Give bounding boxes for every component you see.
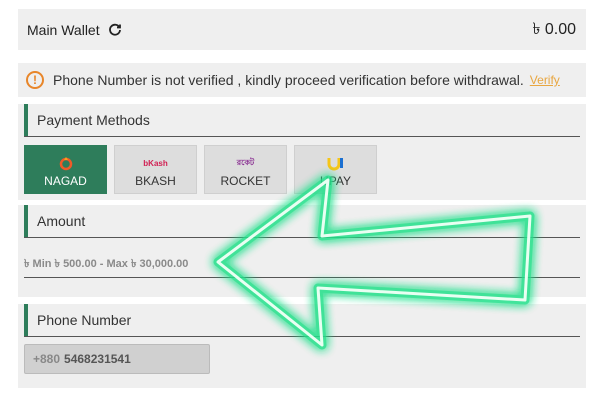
payment-method-upay[interactable]: UPAY xyxy=(294,145,377,194)
phone-number-title: Phone Number xyxy=(24,304,586,336)
payment-method-bkash[interactable]: bKash BKASH xyxy=(114,145,197,194)
amount-input[interactable]: ৳ Min ৳ 500.00 - Max ৳ 30,000.00 xyxy=(24,252,580,278)
phone-number-section: Phone Number +880 5468231541 xyxy=(18,304,586,388)
wallet-label-group: Main Wallet xyxy=(27,22,122,38)
notice-message: Phone Number is not verified , kindly pr… xyxy=(53,72,524,88)
amount-section: Amount ৳ Min ৳ 500.00 - Max ৳ 30,000.00 xyxy=(18,205,586,297)
nagad-logo-icon xyxy=(55,155,77,171)
payment-method-nagad[interactable]: NAGAD xyxy=(24,145,107,194)
payment-methods-section: Payment Methods NAGAD bKash BKASH রকেট R… xyxy=(18,104,586,200)
phone-number-value: 5468231541 xyxy=(64,352,131,366)
payment-methods-title: Payment Methods xyxy=(24,104,586,136)
rocket-logo-text: রকেট xyxy=(236,157,255,167)
payment-method-list: NAGAD bKash BKASH রকেট ROCKET UPAY xyxy=(18,137,586,194)
phone-number-input[interactable]: +880 5468231541 xyxy=(24,344,210,374)
divider xyxy=(24,336,580,337)
phone-country-code: +880 xyxy=(33,352,61,366)
refresh-icon[interactable] xyxy=(108,23,122,37)
payment-method-label: BKASH xyxy=(135,174,176,188)
divider xyxy=(24,237,580,238)
warning-icon: ! xyxy=(26,71,44,89)
rocket-logo-icon: রকেট xyxy=(235,155,257,171)
wallet-balance: ৳ 0.00 xyxy=(532,21,576,38)
verification-notice: ! Phone Number is not verified , kindly … xyxy=(18,63,586,97)
upay-logo-icon xyxy=(325,155,347,171)
payment-method-rocket[interactable]: রকেট ROCKET xyxy=(204,145,287,194)
bkash-logo-icon: bKash xyxy=(143,155,168,171)
payment-method-label: ROCKET xyxy=(220,174,271,188)
amount-title: Amount xyxy=(24,205,586,237)
main-wallet-bar: Main Wallet ৳ 0.00 xyxy=(18,9,586,50)
wallet-label: Main Wallet xyxy=(27,21,100,38)
verify-link[interactable]: Verify xyxy=(530,73,560,87)
bkash-logo-text: bKash xyxy=(143,158,168,168)
payment-method-label: NAGAD xyxy=(44,174,87,188)
payment-method-label: UPAY xyxy=(320,174,351,188)
